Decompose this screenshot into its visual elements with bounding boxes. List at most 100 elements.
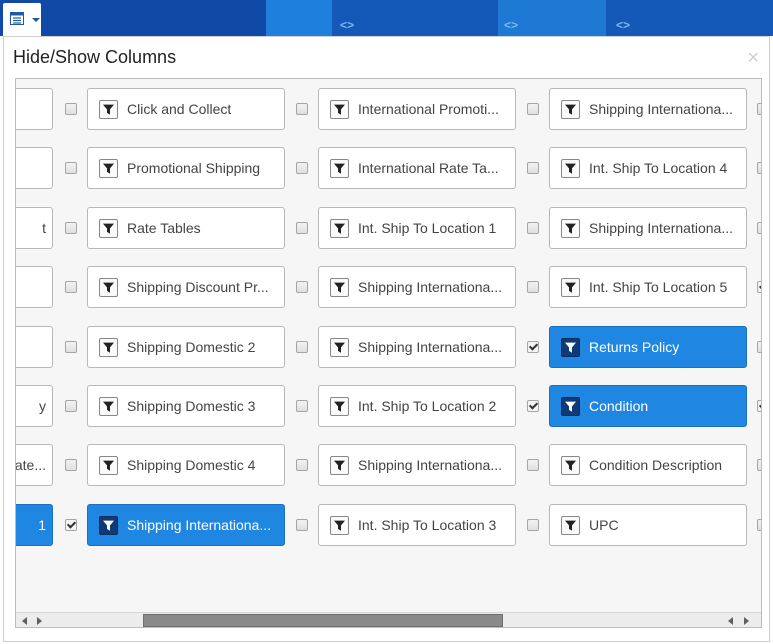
toolbar-segment-active[interactable] xyxy=(266,0,332,36)
column-visibility-checkbox[interactable] xyxy=(65,222,77,234)
filter-icon[interactable] xyxy=(99,455,118,475)
filter-icon[interactable] xyxy=(99,396,118,416)
column-visibility-checkbox[interactable] xyxy=(527,459,539,471)
filter-icon[interactable] xyxy=(330,99,349,119)
scroll-right-icon[interactable] xyxy=(744,617,749,625)
column-toggle-box[interactable]: Int. Ship To Location 1 xyxy=(318,207,516,249)
horizontal-scrollbar[interactable] xyxy=(16,612,761,627)
column-visibility-checkbox[interactable] xyxy=(757,400,761,412)
column-visibility-checkbox[interactable] xyxy=(757,162,761,174)
column-visibility-checkbox[interactable] xyxy=(527,341,539,353)
filter-icon[interactable] xyxy=(561,277,580,297)
scrollbar-thumb[interactable] xyxy=(143,614,503,627)
scroll-left-icon[interactable] xyxy=(728,617,733,625)
column-toggle-box[interactable]: Shipping Internationa... xyxy=(549,88,747,130)
column-visibility-checkbox[interactable] xyxy=(65,341,77,353)
column-visibility-checkbox[interactable] xyxy=(296,341,308,353)
column-toggle-box[interactable]: 1 xyxy=(16,504,53,546)
column-visibility-checkbox[interactable] xyxy=(527,400,539,412)
column-toggle-box[interactable]: International Rate Ta... xyxy=(318,147,516,189)
column-visibility-checkbox[interactable] xyxy=(757,459,761,471)
column-toggle-box[interactable]: UPC xyxy=(549,504,747,546)
column-visibility-checkbox[interactable] xyxy=(296,162,308,174)
column-visibility-checkbox[interactable] xyxy=(527,519,539,531)
column-toggle-box[interactable]: Condition xyxy=(549,385,747,427)
column-toggle-box[interactable]: Shipping Internationa... xyxy=(549,207,747,249)
filter-icon[interactable] xyxy=(561,218,580,238)
filter-icon[interactable] xyxy=(330,515,349,535)
filter-icon[interactable] xyxy=(330,158,349,178)
column-toggle-box[interactable]: Shipping Internationa... xyxy=(87,504,285,546)
filter-icon[interactable] xyxy=(330,337,349,357)
filter-icon[interactable] xyxy=(330,455,349,475)
column-toggle-box[interactable]: Shipping Domestic 3 xyxy=(87,385,285,427)
column-visibility-checkbox[interactable] xyxy=(65,162,77,174)
column-toggle-box[interactable] xyxy=(16,147,53,189)
filter-icon[interactable] xyxy=(99,218,118,238)
column-toggle-box[interactable]: Shipping Discount Pr... xyxy=(87,266,285,308)
filter-icon[interactable] xyxy=(330,218,349,238)
column-toggle-box[interactable]: Shipping Internationa... xyxy=(318,444,516,486)
column-toggle-box[interactable]: International Promoti... xyxy=(318,88,516,130)
column-visibility-checkbox[interactable] xyxy=(296,222,308,234)
filter-icon[interactable] xyxy=(99,515,118,535)
column-visibility-checkbox[interactable] xyxy=(527,222,539,234)
column-toggle-box[interactable]: Rate Tables xyxy=(87,207,285,249)
column-toggle-box[interactable] xyxy=(16,326,53,368)
scroll-right-icon[interactable] xyxy=(37,617,42,625)
column-toggle-box[interactable]: Int. Ship To Location 2 xyxy=(318,385,516,427)
filter-icon[interactable] xyxy=(99,277,118,297)
column-toggle-box[interactable]: Shipping Internationa... xyxy=(318,266,516,308)
column-toggle-box[interactable]: y xyxy=(16,385,53,427)
column-visibility-checkbox[interactable] xyxy=(296,400,308,412)
column-toggle-box[interactable]: Int. Ship To Location 5 xyxy=(549,266,747,308)
close-icon[interactable]: × xyxy=(747,47,759,69)
scroll-left-icon[interactable] xyxy=(22,617,27,625)
column-visibility-checkbox[interactable] xyxy=(296,281,308,293)
toolbar-segment[interactable]: <> xyxy=(498,0,606,36)
column-visibility-checkbox[interactable] xyxy=(296,459,308,471)
filter-icon[interactable] xyxy=(561,158,580,178)
column-visibility-checkbox[interactable] xyxy=(527,103,539,115)
filter-icon[interactable] xyxy=(561,337,580,357)
column-toggle-box[interactable]: Condition Description xyxy=(549,444,747,486)
filter-icon[interactable] xyxy=(330,277,349,297)
column-toggle-box[interactable]: t xyxy=(16,207,53,249)
filter-icon[interactable] xyxy=(561,515,580,535)
column-visibility-checkbox[interactable] xyxy=(757,222,761,234)
column-visibility-checkbox[interactable] xyxy=(757,519,761,531)
column-visibility-checkbox[interactable] xyxy=(296,103,308,115)
column-visibility-checkbox[interactable] xyxy=(65,459,77,471)
column-toggle-box[interactable] xyxy=(16,266,53,308)
column-toggle-box[interactable]: Shipping Domestic 4 xyxy=(87,444,285,486)
column-visibility-checkbox[interactable] xyxy=(527,281,539,293)
column-toggle-box[interactable]: ate... xyxy=(16,444,53,486)
column-visibility-checkbox[interactable] xyxy=(527,162,539,174)
filter-icon[interactable] xyxy=(99,337,118,357)
toolbar-segment[interactable]: <> xyxy=(606,0,773,36)
column-toggle-box[interactable]: Shipping Internationa... xyxy=(318,326,516,368)
column-toggle-box[interactable]: Click and Collect xyxy=(87,88,285,130)
column-toggle-box[interactable]: Returns Policy xyxy=(549,326,747,368)
column-toggle-box[interactable]: Int. Ship To Location 3 xyxy=(318,504,516,546)
filter-icon[interactable] xyxy=(99,99,118,119)
column-menu-button[interactable] xyxy=(3,3,41,36)
column-visibility-checkbox[interactable] xyxy=(65,103,77,115)
filter-icon[interactable] xyxy=(561,396,580,416)
filter-icon[interactable] xyxy=(561,99,580,119)
column-visibility-checkbox[interactable] xyxy=(757,103,761,115)
filter-icon[interactable] xyxy=(330,396,349,416)
toolbar-segment[interactable]: <> xyxy=(332,0,498,36)
filter-icon[interactable] xyxy=(99,158,118,178)
column-visibility-checkbox[interactable] xyxy=(296,519,308,531)
column-visibility-checkbox[interactable] xyxy=(65,400,77,412)
column-visibility-checkbox[interactable] xyxy=(757,341,761,353)
column-toggle-box[interactable]: Promotional Shipping xyxy=(87,147,285,189)
filter-icon[interactable] xyxy=(561,455,580,475)
column-toggle-box[interactable]: Shipping Domestic 2 xyxy=(87,326,285,368)
column-toggle-box[interactable]: Int. Ship To Location 4 xyxy=(549,147,747,189)
column-toggle-box[interactable] xyxy=(16,88,53,130)
column-visibility-checkbox[interactable] xyxy=(757,281,761,293)
column-visibility-checkbox[interactable] xyxy=(65,519,77,531)
column-visibility-checkbox[interactable] xyxy=(65,281,77,293)
